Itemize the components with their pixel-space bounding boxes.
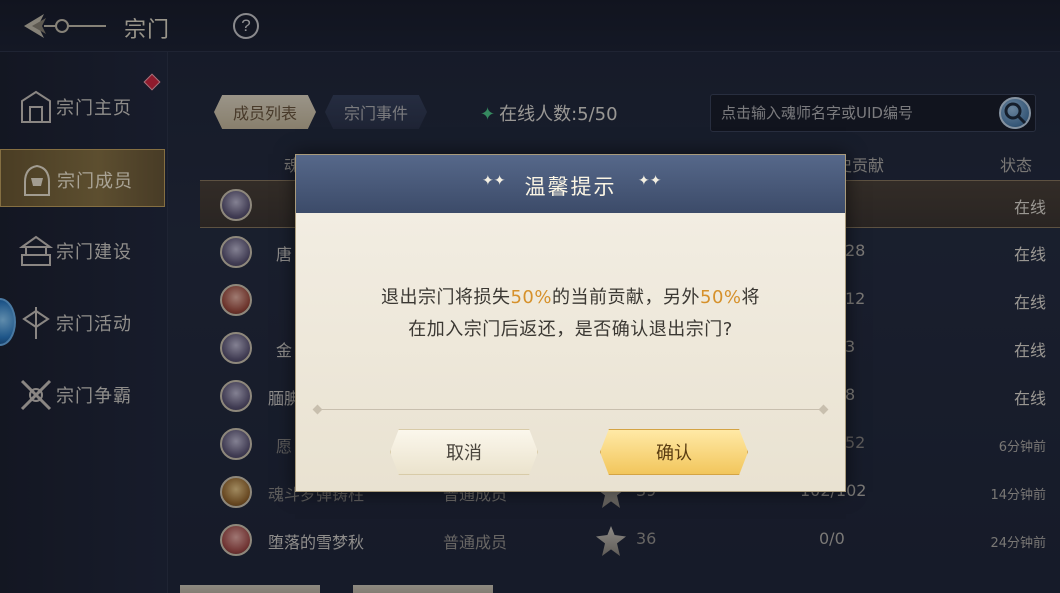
cancel-button[interactable]: 取消 [390,429,538,475]
dialog-title: 温馨提示 [524,175,617,199]
message-text: 的当前贡献，另外 [552,287,700,308]
message-text: 将 [741,287,761,308]
divider-ornament [312,404,323,415]
confirm-dialog: ✦✦ 温馨提示 ✦✦ 退出宗门将损失50%的当前贡献，另外50%将 在加入宗门后… [295,154,846,492]
divider [314,409,827,410]
sparkle-icon: ✦✦ [638,173,662,189]
dialog-message-line-1: 退出宗门将损失50%的当前贡献，另外50%将 [296,283,845,309]
dialog-message-line-2: 在加入宗门后返还，是否确认退出宗门? [408,319,733,340]
confirm-button[interactable]: 确认 [600,429,748,475]
divider-ornament [818,404,829,415]
dialog-header: ✦✦ 温馨提示 ✦✦ [296,155,845,213]
message-highlight: 50% [700,287,742,308]
message-highlight: 50% [510,287,552,308]
message-text: 退出宗门将损失 [380,287,511,308]
dialog-body: 退出宗门将损失50%的当前贡献，另外50%将 在加入宗门后返还，是否确认退出宗门… [296,213,845,491]
